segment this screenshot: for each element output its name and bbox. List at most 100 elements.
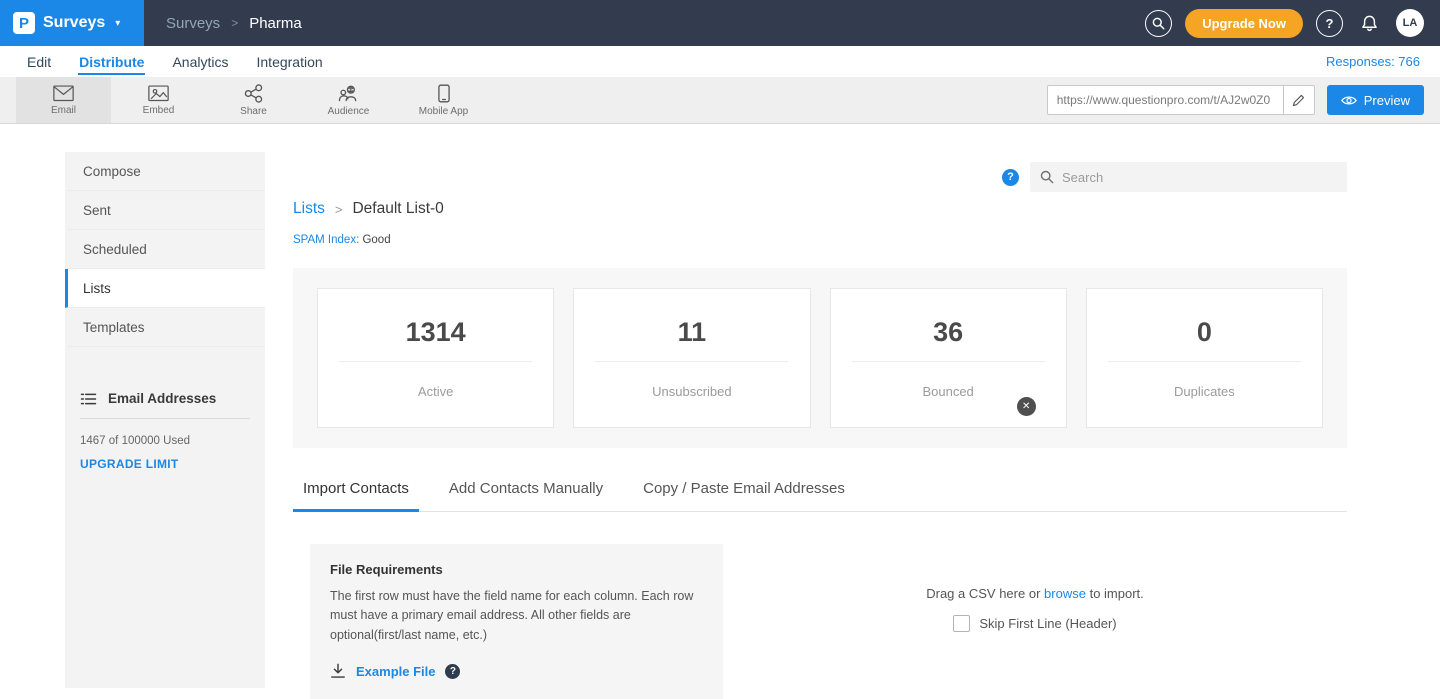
dropzone-text-prefix: Drag a CSV here or (926, 586, 1040, 601)
toolbar-label-share: Share (240, 106, 267, 117)
top-bar: P Surveys ▾ Surveys > Pharma Upgrade Now… (0, 0, 1440, 46)
contacts-search-box (1030, 162, 1347, 192)
stat-value: 11 (678, 317, 707, 348)
tab-integration[interactable]: Integration (243, 46, 337, 77)
toolbar-item-email[interactable]: Email (16, 77, 111, 123)
contacts-tabs: Import Contacts Add Contacts Manually Co… (293, 480, 1347, 512)
sidebar-item-sent[interactable]: Sent (65, 191, 265, 230)
skip-first-line-checkbox[interactable] (953, 615, 970, 632)
tab-edit[interactable]: Edit (13, 46, 65, 77)
spam-index-value: Good (362, 234, 390, 246)
example-file-help-icon[interactable]: ? (445, 664, 460, 679)
browse-link[interactable]: browse (1044, 586, 1086, 601)
main-top-row: ? (293, 162, 1347, 192)
stat-card-duplicates[interactable]: 0 Duplicates (1086, 288, 1323, 428)
usage-text: 1467 of 100000 Used (80, 435, 250, 447)
tab-import-contacts[interactable]: Import Contacts (303, 480, 409, 511)
tab-distribute[interactable]: Distribute (65, 46, 158, 77)
bell-icon (1361, 14, 1378, 32)
sidebar-item-scheduled[interactable]: Scheduled (65, 230, 265, 269)
edit-url-button[interactable] (1283, 86, 1314, 114)
divider (1108, 361, 1301, 362)
contacts-search-input[interactable] (1062, 170, 1337, 185)
distribute-toolbar: Email Embed Share Audience Mobile App (0, 77, 1440, 124)
toolbar-item-embed[interactable]: Embed (111, 77, 206, 123)
lists-breadcrumb-link[interactable]: Lists (293, 200, 325, 218)
preview-button[interactable]: Preview (1327, 85, 1424, 115)
list-stats: 1314 Active 11 Unsubscribed 36 Bounced ✕… (293, 268, 1347, 448)
stat-card-unsubscribed[interactable]: 11 Unsubscribed (573, 288, 810, 428)
tab-analytics[interactable]: Analytics (158, 46, 242, 77)
import-contacts-panel: File Requirements The first row must hav… (293, 544, 1347, 699)
sidebar-item-templates[interactable]: Templates (65, 308, 265, 347)
toolbar-item-share[interactable]: Share (206, 77, 301, 123)
tab-add-contacts-manually[interactable]: Add Contacts Manually (449, 480, 603, 511)
stat-value: 36 (933, 317, 963, 348)
divider (595, 361, 788, 362)
section-help-icon[interactable]: ? (1002, 169, 1019, 186)
sidebar-item-compose[interactable]: Compose (65, 152, 265, 191)
upgrade-now-button[interactable]: Upgrade Now (1185, 9, 1303, 38)
breadcrumb-separator: > (335, 202, 343, 217)
help-button[interactable]: ? (1316, 10, 1343, 37)
csv-dropzone[interactable]: Drag a CSV here or browse to import. Ski… (723, 544, 1347, 699)
responses-count[interactable]: Responses: 766 (1326, 46, 1440, 77)
email-icon (53, 85, 74, 102)
avatar[interactable]: LA (1396, 9, 1424, 37)
file-requirements-body: The first row must have the field name f… (330, 587, 703, 645)
email-addresses-section: Email Addresses 1467 of 100000 Used UPGR… (65, 391, 265, 471)
example-file-row[interactable]: Example File ? (330, 663, 703, 679)
sidebar-item-lists[interactable]: Lists (65, 269, 265, 308)
example-file-link[interactable]: Example File (356, 664, 435, 679)
toolbar-right: Preview (1047, 77, 1440, 123)
dropzone-text: Drag a CSV here or browse to import. (926, 586, 1144, 601)
toolbar-label-email: Email (51, 105, 76, 116)
toolbar-label-audience: Audience (328, 106, 370, 117)
search-icon (1040, 170, 1054, 184)
topbar-actions: Upgrade Now ? LA (1145, 9, 1440, 38)
stat-label: Active (418, 384, 453, 399)
embed-icon (148, 85, 169, 102)
upgrade-limit-link[interactable]: UPGRADE LIMIT (80, 457, 179, 471)
mobile-app-icon (438, 84, 450, 103)
eye-icon (1341, 95, 1357, 106)
product-switcher[interactable]: P Surveys ▾ (0, 0, 144, 46)
chevron-down-icon: ▾ (115, 18, 120, 29)
stat-value: 1314 (406, 317, 466, 348)
search-button[interactable] (1145, 10, 1172, 37)
spam-index: SPAM Index: Good (293, 234, 1347, 246)
toolbar-label-embed: Embed (143, 105, 175, 116)
download-icon (330, 663, 346, 679)
email-addresses-header[interactable]: Email Addresses (80, 391, 250, 419)
preview-label: Preview (1364, 93, 1410, 108)
skip-first-line-row: Skip First Line (Header) (953, 615, 1116, 632)
breadcrumb-separator: > (231, 16, 238, 30)
breadcrumb: Surveys > Pharma (166, 15, 1145, 32)
survey-url-input[interactable] (1048, 93, 1283, 107)
stat-label: Duplicates (1174, 384, 1235, 399)
current-list-name: Default List-0 (352, 200, 443, 218)
notifications-button[interactable] (1356, 10, 1383, 37)
file-requirements-box: File Requirements The first row must hav… (310, 544, 723, 699)
content-area: Compose Sent Scheduled Lists Templates E… (0, 124, 1440, 688)
list-icon (80, 392, 97, 406)
toolbar-item-mobile-app[interactable]: Mobile App (396, 77, 491, 123)
stat-label: Bounced (922, 384, 973, 399)
spam-index-label: SPAM Index: (293, 234, 359, 246)
breadcrumb-surveys-link[interactable]: Surveys (166, 15, 220, 32)
stat-card-bounced[interactable]: 36 Bounced ✕ (830, 288, 1067, 428)
pencil-icon (1292, 94, 1305, 107)
audience-icon (338, 84, 359, 103)
email-sidebar: Compose Sent Scheduled Lists Templates E… (65, 152, 265, 688)
questionpro-logo-icon: P (13, 12, 35, 34)
clear-bounced-icon[interactable]: ✕ (1017, 397, 1036, 416)
help-icon: ? (1326, 16, 1334, 31)
survey-nav-tabs: Edit Distribute Analytics Integration Re… (0, 46, 1440, 77)
stat-card-active[interactable]: 1314 Active (317, 288, 554, 428)
product-name: Surveys (43, 14, 105, 32)
lists-main-panel: ? Lists > Default List-0 SPAM Index: Goo… (265, 152, 1375, 688)
toolbar-item-audience[interactable]: Audience (301, 77, 396, 123)
list-breadcrumb: Lists > Default List-0 (293, 200, 1347, 218)
stat-label: Unsubscribed (652, 384, 732, 399)
tab-copy-paste-email-addresses[interactable]: Copy / Paste Email Addresses (643, 480, 845, 511)
